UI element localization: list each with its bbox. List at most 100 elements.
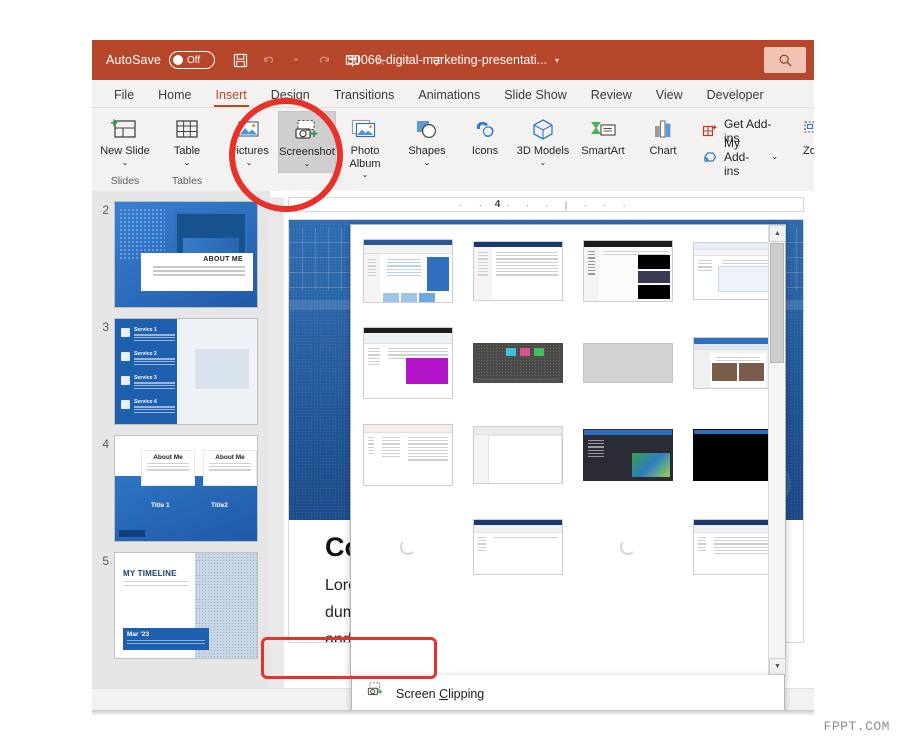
thumb-body [474, 435, 562, 483]
window-thumbnail[interactable] [583, 235, 673, 307]
smartart-label: SmartArt [581, 145, 625, 157]
document-title-dropdown-icon[interactable]: ▾ [555, 56, 559, 65]
smartart-button[interactable]: SmartArt [572, 111, 634, 173]
window-thumbnail[interactable] [583, 419, 673, 491]
ribbon-group-label-tables: Tables [171, 175, 203, 188]
autosave-toggle[interactable]: Off [169, 51, 216, 69]
autosave-control[interactable]: AutoSave Off [106, 51, 216, 69]
slide-2-title: ABOUT ME [203, 256, 243, 263]
tab-home[interactable]: Home [146, 88, 203, 107]
photo-album-dropdown-icon[interactable]: ⌄ [362, 170, 369, 180]
3d-models-label: 3D Models [516, 145, 570, 157]
undo-dropdown-icon[interactable]: ▾ [283, 47, 309, 73]
slide-thumbnail-item[interactable]: 3 Service 1 Service 2 Service 3 Service … [92, 318, 270, 425]
loading-spinner-icon [400, 539, 416, 555]
thumb-body [584, 435, 672, 480]
window-thumbnail[interactable] [363, 511, 453, 583]
tab-file[interactable]: File [102, 88, 146, 107]
window-thumbnail[interactable] [473, 235, 563, 307]
my-addins-button[interactable]: My Add-ins ⌄ [696, 136, 784, 178]
screen-clipping-icon [366, 682, 386, 705]
ribbon-group-tables: Table ⌄ Tables [158, 108, 216, 191]
icons-button[interactable]: Icons [456, 111, 514, 173]
my-addins-label: My Add-ins [724, 135, 750, 178]
slide-3-service-item: Service 1 [121, 327, 175, 341]
photo-album-button[interactable]: Photo Album ⌄ [336, 111, 394, 180]
table-dropdown-icon[interactable]: ⌄ [184, 158, 191, 168]
text-format-icon[interactable]: A [367, 47, 393, 73]
slide-thumbnail-3[interactable]: Service 1 Service 2 Service 3 Service 4 [114, 318, 258, 425]
slide-thumbnail-item[interactable]: 2 ABOUT ME [92, 201, 270, 308]
my-addins-dropdown-icon[interactable]: ⌄ [771, 152, 778, 161]
shapes-button[interactable]: Shapes ⌄ [398, 111, 456, 173]
slide-thumbnail-4[interactable]: About Me About Me Title 1 Title2 [114, 435, 258, 542]
screen-clipping-menu-item[interactable]: Screen Clipping [351, 675, 785, 710]
scroll-up-icon[interactable]: ▲ [769, 225, 786, 242]
scrollbar-thumb[interactable] [770, 243, 784, 363]
tab-slide-show[interactable]: Slide Show [492, 88, 579, 107]
ruler-ticks-left: · · [459, 199, 489, 210]
start-presentation-icon[interactable] [339, 47, 365, 73]
table-button[interactable]: Table ⌄ [158, 111, 216, 173]
shapes-icon [413, 115, 441, 145]
new-slide-label: New Slide [100, 145, 150, 157]
tab-developer[interactable]: Developer [695, 88, 776, 107]
slide-2-text-card: ABOUT ME [141, 253, 253, 291]
slide-thumbnail-item[interactable]: 5 MY TIMELINE Mar '23 [92, 552, 270, 659]
window-thumbnail[interactable] [363, 419, 453, 491]
tab-animations[interactable]: Animations [406, 88, 492, 107]
customize-quick-access-toolbar-icon[interactable] [423, 47, 449, 73]
icons-label: Icons [471, 145, 499, 157]
thumb-ribbon [474, 427, 562, 435]
window-thumbnail[interactable] [473, 419, 563, 491]
get-addins-icon [702, 122, 718, 140]
redo-icon[interactable] [311, 47, 337, 73]
slide-4-tag [119, 530, 145, 537]
chart-button[interactable]: Chart [634, 111, 692, 173]
thumb-ribbon [364, 245, 452, 254]
scroll-down-icon[interactable]: ▼ [769, 658, 786, 675]
slide-thumbnail-pane[interactable]: 2 ABOUT ME 3 Service 1 Service 2 Service… [92, 191, 270, 710]
tab-transitions[interactable]: Transitions [322, 88, 407, 107]
search-button[interactable] [764, 47, 806, 73]
slide-thumbnail-item[interactable]: 4 About Me About Me Title 1 Title2 [92, 435, 270, 542]
server-icon [121, 376, 130, 385]
thumb-sidebar [364, 254, 380, 302]
slide-number: 4 [102, 437, 109, 451]
tab-view[interactable]: View [644, 88, 695, 107]
gallery-scroll-region[interactable] [351, 225, 783, 675]
new-slide-icon [111, 115, 139, 145]
save-icon[interactable] [227, 47, 253, 73]
window-thumbnail[interactable] [473, 511, 563, 583]
my-addins-icon [702, 148, 718, 166]
3d-models-button[interactable]: 3D Models ⌄ [514, 111, 572, 173]
text-format-dropdown-icon[interactable]: ▾ [395, 47, 421, 73]
window-thumbnail[interactable] [583, 327, 673, 399]
photo-album-icon [350, 115, 380, 145]
new-slide-button[interactable]: New Slide ⌄ [96, 111, 154, 173]
window-thumbnail[interactable] [473, 327, 563, 399]
slide-3-service-item: Service 4 [121, 399, 175, 413]
slide-3-service-title: Service 2 [134, 351, 157, 357]
3d-models-icon [529, 115, 557, 145]
ribbon-group-addins: Get Add-ins My Add-ins ⌄ Add-ins [696, 108, 784, 191]
gallery-scrollbar[interactable]: ▲ ▼ [768, 225, 786, 675]
slide-3-photo [177, 319, 257, 424]
thumb-body [583, 343, 673, 383]
3d-models-dropdown-icon[interactable]: ⌄ [540, 158, 547, 168]
slide-thumbnail-2[interactable]: ABOUT ME [114, 201, 258, 308]
tab-insert[interactable]: Insert [204, 88, 259, 107]
screenshot-gallery-dropdown[interactable]: ▲ ▼ Screen Clipping [350, 224, 786, 710]
window-thumbnail[interactable] [363, 235, 453, 307]
undo-icon[interactable] [255, 47, 281, 73]
slide-4-card-title: About Me [215, 454, 245, 461]
shapes-dropdown-icon[interactable]: ⌄ [424, 158, 431, 168]
horizontal-ruler: · · 4 · · · | · · · [288, 197, 804, 212]
slide-thumbnail-5[interactable]: MY TIMELINE Mar '23 [114, 552, 258, 659]
zoom-button[interactable]: Zoom ⌄ [788, 111, 814, 173]
new-slide-dropdown-icon[interactable]: ⌄ [122, 158, 129, 168]
thumb-body [474, 344, 562, 382]
window-thumbnail[interactable] [363, 327, 453, 399]
window-thumbnail[interactable] [583, 511, 673, 583]
tab-review[interactable]: Review [579, 88, 644, 107]
